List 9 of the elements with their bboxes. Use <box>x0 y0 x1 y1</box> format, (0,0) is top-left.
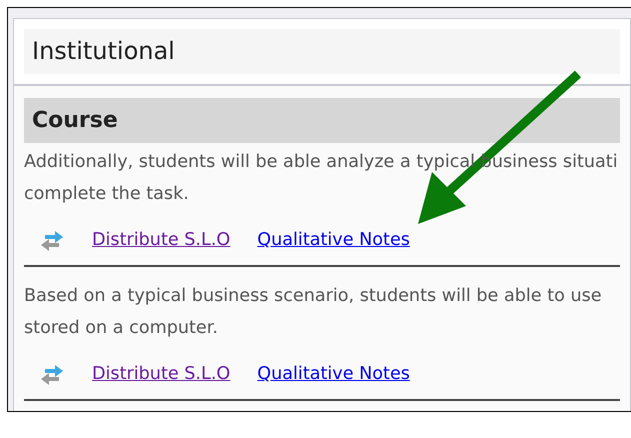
swap-arrows-icon <box>39 230 65 252</box>
link[interactable]: Qualitative Notes <box>257 227 410 254</box>
link[interactable]: Distribute S.L.O <box>92 361 230 388</box>
section-header: Course <box>24 98 620 143</box>
outcome-text: Based on a typical business scenario, students will be able to use stored on a computer. <box>24 285 602 340</box>
link[interactable]: Distribute S.L.O <box>92 227 230 254</box>
swap-arrows-icon <box>39 364 65 386</box>
link[interactable]: Qualitative Notes <box>257 361 410 388</box>
header-title: Institutional <box>24 29 620 74</box>
